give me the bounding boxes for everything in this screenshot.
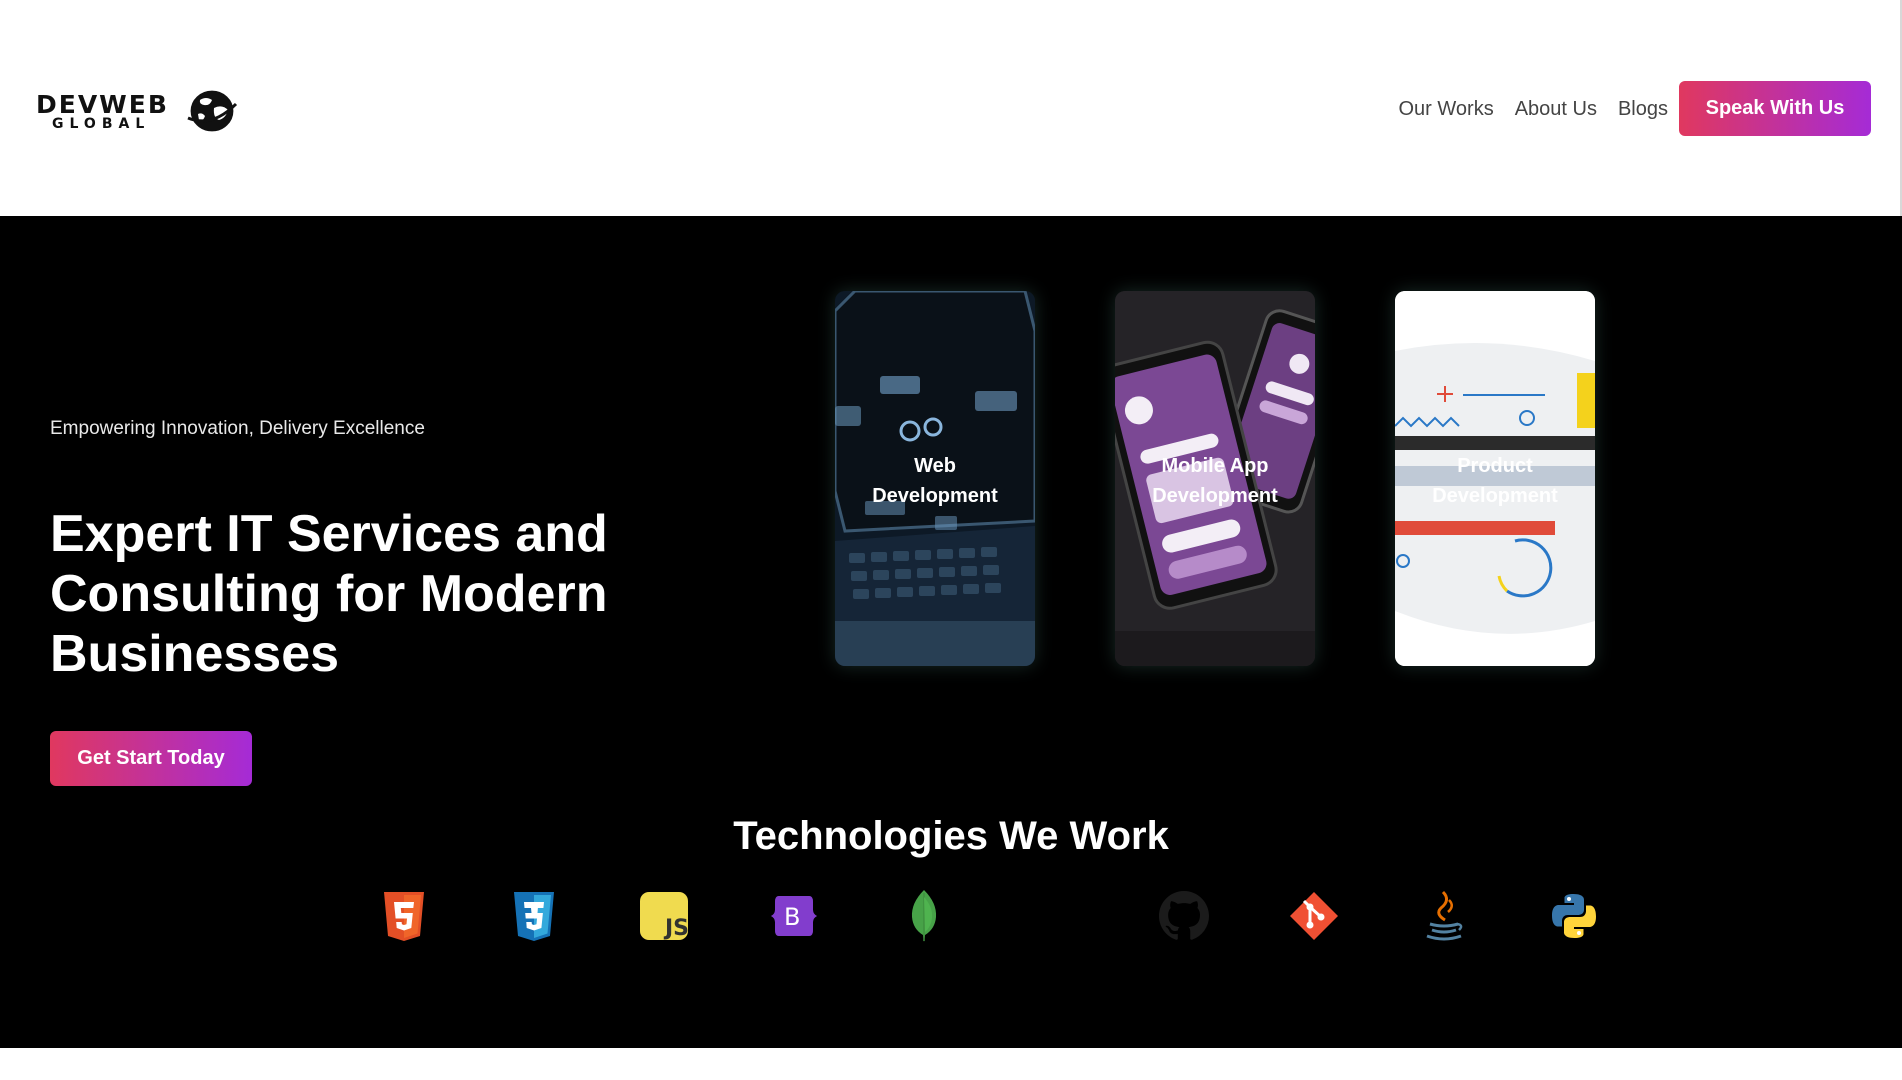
nav-blogs[interactable]: Blogs xyxy=(1618,83,1668,135)
hero-headline: Expert IT Services and Consulting for Mo… xyxy=(50,505,608,683)
java-icon xyxy=(1418,888,1470,944)
get-start-today-button[interactable]: Get Start Today xyxy=(50,731,252,786)
svg-text:B: B xyxy=(784,903,800,931)
card-label-line2: Development xyxy=(1152,485,1278,507)
logo[interactable]: DEVWEB GLOBAL xyxy=(36,84,241,134)
card-label: Mobile App Development xyxy=(1115,451,1315,511)
service-card-web-development[interactable]: Web Development xyxy=(835,291,1035,666)
hero-tagline: Empowering Innovation, Delivery Excellen… xyxy=(50,418,425,439)
main-nav: Our Works About Us Blogs Speak With Us xyxy=(1399,81,1871,136)
html5-icon xyxy=(378,888,430,944)
css3-icon xyxy=(508,888,560,944)
hero-section: Empowering Innovation, Delivery Excellen… xyxy=(0,216,1902,1048)
python-icon xyxy=(1548,888,1600,944)
globe-icon xyxy=(187,89,238,133)
site-header: DEVWEB GLOBAL Our Works About Us Blogs S… xyxy=(0,0,1902,216)
mongodb-icon xyxy=(898,888,950,944)
speak-with-us-button[interactable]: Speak With Us xyxy=(1679,81,1871,136)
card-label: Product Development xyxy=(1395,451,1595,511)
git-icon xyxy=(1288,888,1340,944)
nav-about-us[interactable]: About Us xyxy=(1515,83,1597,135)
card-label: Web Development xyxy=(835,451,1035,511)
card-label-line1: Web xyxy=(914,455,956,477)
nav-our-works[interactable]: Our Works xyxy=(1399,83,1494,135)
service-card-product-development[interactable]: Product Development xyxy=(1395,291,1595,666)
card-label-line1: Product xyxy=(1457,455,1533,477)
card-label-line1: Mobile App xyxy=(1161,455,1269,477)
card-label-line2: Development xyxy=(1432,485,1558,507)
bootstrap-icon: B xyxy=(768,888,820,944)
github-icon xyxy=(1158,888,1210,944)
logo-word: DEVWEB xyxy=(36,90,169,119)
logo-wordmark: DEVWEB GLOBAL xyxy=(36,86,238,133)
svg-text:JS: JS xyxy=(663,916,689,941)
service-card-mobile-app-development[interactable]: Mobile App Development xyxy=(1115,291,1315,666)
javascript-icon: JS xyxy=(638,888,690,944)
technologies-row: JS B xyxy=(0,888,1902,944)
card-label-line2: Development xyxy=(872,485,998,507)
page: DEVWEB GLOBAL Our Works About Us Blogs S… xyxy=(0,0,1902,1080)
technologies-title: Technologies We Work xyxy=(733,814,1169,858)
logo-sub: GLOBAL xyxy=(52,116,151,132)
